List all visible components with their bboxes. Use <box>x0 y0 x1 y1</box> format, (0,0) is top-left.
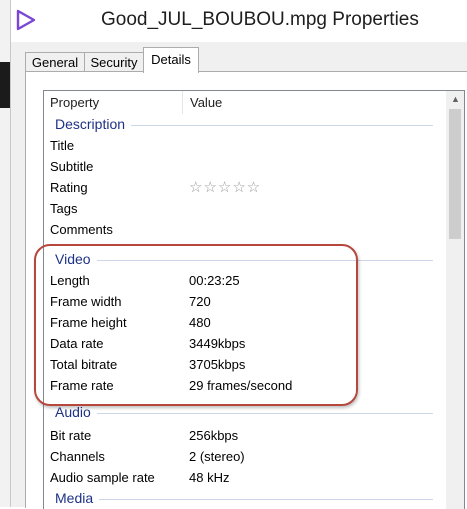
title-bar[interactable]: Good_JUL_BOUBOU.mpg Properties <box>11 0 467 42</box>
list-header: Property Value <box>44 91 448 114</box>
tab-details[interactable]: Details <box>143 47 199 73</box>
property-name: Bit rate <box>50 428 92 443</box>
property-value: 48 kHz <box>189 470 230 485</box>
window-title: Good_JUL_BOUBOU.mpg Properties <box>101 9 419 30</box>
group-audio: Audio <box>44 402 447 423</box>
property-name: Title <box>50 138 75 153</box>
list-item[interactable]: Tags <box>44 198 447 219</box>
group-video: Video <box>44 249 447 270</box>
scrollbar-thumb[interactable] <box>449 109 461 239</box>
property-value: 00:23:25 <box>189 273 240 288</box>
column-header-value[interactable]: Value <box>184 91 448 114</box>
property-value: 480 <box>189 315 211 330</box>
property-value: 3705kbps <box>189 357 246 372</box>
list-item[interactable]: Title <box>44 135 447 156</box>
list-item[interactable]: Subtitle <box>44 156 447 177</box>
property-name: Rating <box>50 180 88 195</box>
group-divider <box>55 260 433 261</box>
properties-dialog: Good_JUL_BOUBOU.mpg Properties General S… <box>10 0 467 509</box>
property-name: Length <box>50 273 90 288</box>
property-value: 2 (stereo) <box>189 449 245 464</box>
rating-stars[interactable]: ☆☆☆☆☆ <box>189 177 261 198</box>
list-item[interactable]: Frame rate 29 frames/second <box>44 375 447 396</box>
group-media: Media <box>44 488 447 509</box>
tab-security[interactable]: Security <box>84 52 144 72</box>
list-item[interactable]: Frame width 720 <box>44 291 447 312</box>
property-name: Total bitrate <box>50 357 118 372</box>
list-item[interactable]: Bit rate 256kbps <box>44 425 447 446</box>
list-item[interactable]: Rating ☆☆☆☆☆ <box>44 177 447 198</box>
vertical-scrollbar[interactable]: ▲ <box>446 91 464 509</box>
property-name: Audio sample rate <box>50 470 155 485</box>
group-label: Audio <box>55 402 97 423</box>
property-name: Tags <box>50 201 78 216</box>
property-name: Data rate <box>50 336 104 351</box>
group-label: Video <box>55 249 97 270</box>
property-name: Channels <box>50 449 105 464</box>
group-description: Description <box>44 114 447 135</box>
property-name: Comments <box>50 222 113 237</box>
property-list[interactable]: Property Value Description Title Subtitl… <box>43 90 465 509</box>
list-item[interactable]: Comments <box>44 219 447 240</box>
column-header-property[interactable]: Property <box>44 91 183 114</box>
property-value: 29 frames/second <box>189 378 293 393</box>
background-window-fragment <box>0 62 10 108</box>
tab-general[interactable]: General <box>25 52 85 72</box>
list-item[interactable]: Length 00:23:25 <box>44 270 447 291</box>
property-name: Subtitle <box>50 159 94 174</box>
property-name: Frame height <box>50 315 127 330</box>
details-panel: Property Value Description Title Subtitl… <box>25 71 467 509</box>
group-divider <box>55 413 433 414</box>
list-item[interactable]: Audio sample rate 48 kHz <box>44 467 447 488</box>
list-item[interactable]: Total bitrate 3705kbps <box>44 354 447 375</box>
property-name: Frame width <box>50 294 122 309</box>
group-label: Media <box>55 488 100 509</box>
scroll-up-icon[interactable]: ▲ <box>447 91 464 108</box>
media-file-icon <box>16 9 36 31</box>
property-value: 256kbps <box>189 428 239 443</box>
property-value: 720 <box>189 294 211 309</box>
list-item[interactable]: Channels 2 (stereo) <box>44 446 447 467</box>
group-divider <box>55 499 433 500</box>
list-item[interactable]: Data rate 3449kbps <box>44 333 447 354</box>
group-label: Description <box>55 114 132 135</box>
list-item[interactable]: Frame height 480 <box>44 312 447 333</box>
property-value: 3449kbps <box>189 336 246 351</box>
property-name: Frame rate <box>50 378 114 393</box>
